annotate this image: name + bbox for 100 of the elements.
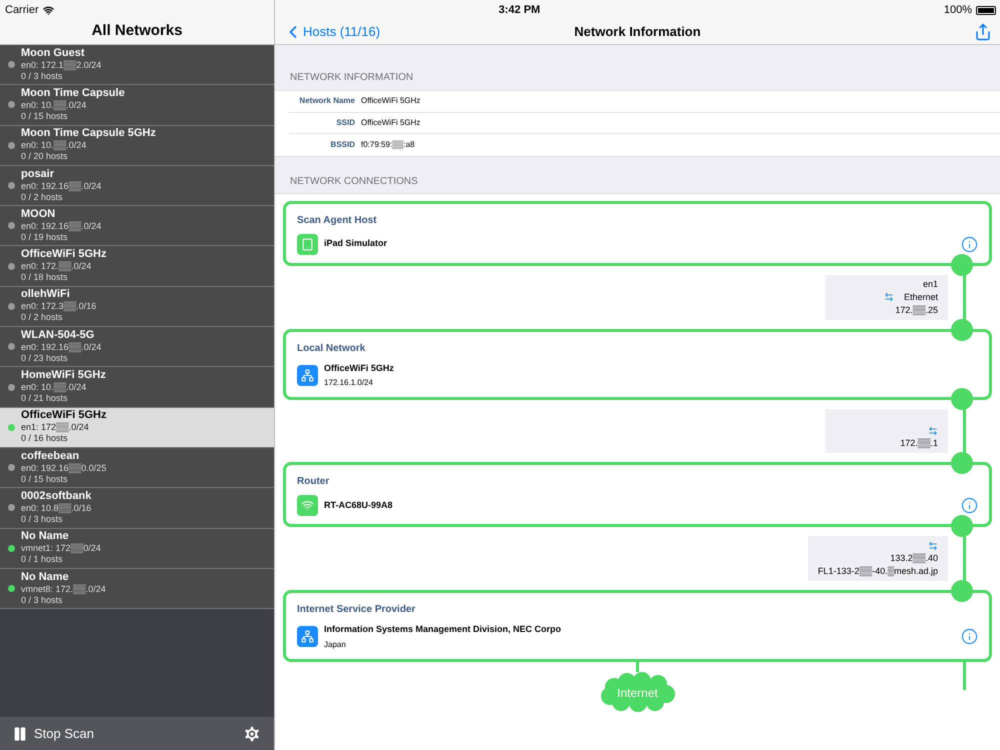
- host-count: 0 / 20 hosts: [21, 151, 69, 162]
- network-name: Moon Guest: [21, 48, 86, 59]
- host-count: 0 / 2 hosts: [21, 312, 64, 324]
- host-count: 0 / 15 hosts: [21, 474, 69, 485]
- subnet-text: en0: 172.1▒▒2.0/24: [21, 60, 102, 71]
- info-label: Network Name: [298, 95, 355, 108]
- wifi-signal-icon: [42, 4, 54, 16]
- node-detail: 172.16.1.0/24: [324, 377, 374, 389]
- info-icon[interactable]: [961, 236, 978, 252]
- interface-text: FL1-133-2▒▒-40.▒mesh.ad.jp: [818, 565, 938, 578]
- subnet-text: en0: 192.16▒▒.0/24: [21, 220, 102, 232]
- network-list-item[interactable]: posair en0: 192.16▒▒.0/24 0 / 2 hosts: [0, 166, 274, 206]
- info-label: BSSID: [330, 138, 355, 151]
- carrier-label: Carrier: [5, 2, 39, 18]
- node-name: Information Systems Management Division, NEC Corpo: [324, 623, 562, 636]
- interface-text: 172.▒▒.1: [900, 437, 938, 450]
- clock-time: 3:42 PM: [498, 2, 542, 18]
- host-count: 0 / 18 hosts: [21, 272, 69, 284]
- info-value: f0:79:59:▒▒:a8: [361, 138, 415, 151]
- page-title: Network Information: [574, 23, 701, 42]
- subnet-text: en0: 172.▒▒.0/24: [21, 261, 92, 272]
- network-name: ollehWiFi: [21, 289, 71, 300]
- info-value: OfficeWiFi 5GHz: [361, 116, 420, 129]
- interface-text: 133.2▒▒.40: [890, 552, 938, 565]
- network-name: posair: [21, 168, 56, 180]
- network-name: 0002softbank: [21, 490, 92, 502]
- network-name: OfficeWiFi 5GHz: [21, 410, 106, 422]
- host-count: 0 / 21 hosts: [21, 393, 69, 404]
- node-name: iPad Simulator: [324, 237, 388, 250]
- network-list-item[interactable]: HomeWiFi 5GHz en0: 10.▒▒.0/24 0 / 21 hosts: [0, 367, 274, 408]
- subnet-text: en0: 192.16▒▒.0/24: [21, 342, 102, 353]
- host-count: 0 / 23 hosts: [21, 352, 69, 364]
- network-list-item[interactable]: No Name vmnet8: 172.▒▒.0/24 0 / 3 hosts: [0, 568, 274, 610]
- internet-label: Internet: [617, 685, 658, 702]
- subnet-text: en0: 192.16▒▒0.0/25: [21, 462, 106, 474]
- share-icon[interactable]: [974, 23, 992, 41]
- subnet-text: en0: 192.16▒▒.0/24: [21, 180, 102, 192]
- node-name: RT-AC68U-99A8: [324, 498, 393, 512]
- host-count: 0 / 16 hosts: [21, 433, 69, 444]
- subnet-text: vmnet1: 172▒▒0/24: [21, 543, 101, 554]
- network-list-item[interactable]: Moon Time Capsule 5GHz en0: 10.▒▒.0/24 0 / 20 hosts: [0, 126, 274, 166]
- stop-scan-button[interactable]: Stop Scan: [12, 724, 94, 744]
- network-list-item[interactable]: ollehWiFi en0: 172.3▒▒.0/16 0 / 2 hosts: [0, 286, 274, 328]
- network-name: WLAN-504-5G: [21, 330, 96, 341]
- subnet-text: en1: 172▒▒.0/24: [21, 422, 90, 434]
- host-count: 0 / 3 hosts: [21, 514, 64, 525]
- tablet-icon: [297, 234, 318, 254]
- settings-icon[interactable]: [242, 724, 262, 744]
- host-count: 0 / 3 hosts: [21, 594, 64, 606]
- network-name: OfficeWiFi 5GHz: [21, 249, 106, 260]
- interface-text: Ethernet: [904, 290, 938, 304]
- network-list-item[interactable]: WLAN-504-5G en0: 192.16▒▒.0/24 0 / 23 hosts: [0, 327, 274, 368]
- network-name: Moon Time Capsule 5GHz: [21, 128, 156, 140]
- card-heading: Scan Agent Host: [297, 214, 378, 228]
- subnet-text: en0: 10.▒▒.0/24: [21, 382, 88, 394]
- network-name: coffeebean: [21, 450, 80, 462]
- network-name: MOON: [21, 208, 56, 220]
- section-header: NETWORK CONNECTIONS: [289, 174, 419, 188]
- interface-text: en1: [922, 278, 938, 290]
- interface-text: 172.▒▒.25: [895, 304, 938, 316]
- host-count: 0 / 3 hosts: [21, 70, 64, 82]
- subnet-text: vmnet8: 172.▒▒.0/24: [21, 584, 106, 594]
- sidebar-title: All Networks: [92, 21, 182, 41]
- network-icon: [297, 364, 318, 386]
- network-name: No Name: [21, 531, 70, 542]
- card-heading: Local Network: [297, 342, 366, 356]
- subnet-text: en0: 10.▒▒.0/24: [21, 140, 88, 152]
- network-list-item[interactable]: 0002softbank en0: 10.8▒▒.0/16 0 / 3 hosts: [0, 488, 274, 529]
- pause-icon: [12, 726, 28, 742]
- network-list-item[interactable]: OfficeWiFi 5GHz en0: 172.▒▒.0/24 0 / 18 hosts: [0, 246, 274, 287]
- network-list-item[interactable]: MOON en0: 192.16▒▒.0/24 0 / 19 hosts: [0, 206, 274, 246]
- info-value: OfficeWiFi 5GHz: [361, 95, 420, 108]
- subnet-text: en0: 172.3▒▒.0/16: [21, 301, 96, 312]
- host-count: 0 / 19 hosts: [21, 232, 69, 243]
- network-list-item[interactable]: coffeebean en0: 192.16▒▒0.0/25 0 / 15 hosts: [0, 448, 274, 488]
- subnet-text: en0: 10.▒▒.0/24: [21, 100, 88, 111]
- subnet-text: en0: 10.8▒▒.0/16: [21, 502, 92, 514]
- wifi-icon: [297, 495, 318, 516]
- cloud-icon: [600, 672, 676, 712]
- network-name: No Name: [21, 572, 70, 582]
- network-list-item[interactable]: OfficeWiFi 5GHz en1: 172▒▒.0/24 0 / 16 hosts: [0, 408, 274, 448]
- info-label: SSID: [335, 116, 355, 129]
- network-list-item[interactable]: No Name vmnet1: 172▒▒0/24 0 / 1 hosts: [0, 528, 274, 569]
- info-icon[interactable]: [961, 628, 978, 646]
- battery-percent: 100%: [944, 2, 972, 18]
- node-name: OfficeWiFi 5GHz: [324, 362, 394, 374]
- network-name: HomeWiFi 5GHz: [21, 370, 106, 382]
- back-button[interactable]: Hosts (11/16): [283, 22, 380, 42]
- network-name: Moon Time Capsule: [21, 88, 125, 99]
- host-count: 0 / 15 hosts: [21, 110, 69, 122]
- network-list-item[interactable]: Moon Time Capsule en0: 10.▒▒.0/24 0 / 15 hosts: [0, 85, 274, 126]
- card-heading: Internet Service Provider: [297, 603, 416, 617]
- battery-icon: [976, 6, 996, 14]
- section-header: NETWORK INFORMATION: [289, 71, 414, 84]
- host-count: 0 / 2 hosts: [21, 192, 64, 203]
- info-icon[interactable]: [961, 497, 978, 514]
- network-list-item[interactable]: Moon Guest en0: 172.1▒▒2.0/24 0 / 3 hosts: [0, 45, 274, 86]
- host-count: 0 / 1 hosts: [21, 554, 64, 566]
- node-detail: Japan: [324, 638, 347, 650]
- network-icon: [297, 626, 318, 648]
